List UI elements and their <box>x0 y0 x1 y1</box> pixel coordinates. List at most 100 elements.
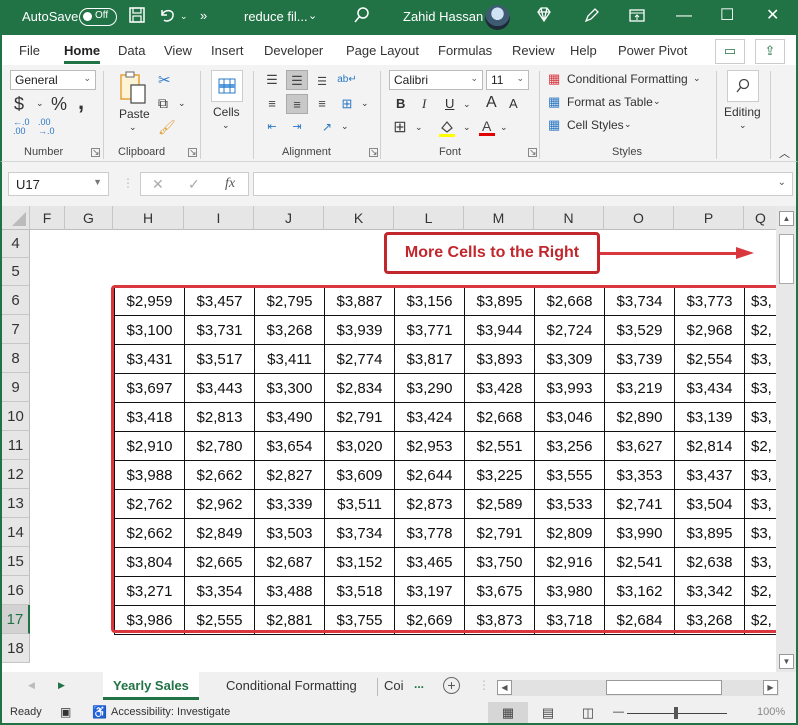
cell[interactable]: $3, <box>744 547 779 577</box>
cell[interactable]: $3,895 <box>674 518 745 548</box>
orientation-icon[interactable]: ↗ <box>316 117 338 137</box>
currency-button[interactable]: $ <box>14 94 24 115</box>
tab-power-pivot[interactable]: Power Pivot <box>618 43 687 58</box>
cell[interactable]: $2,827 <box>254 460 325 490</box>
cell[interactable]: $3,156 <box>394 286 465 316</box>
cell[interactable]: $3,990 <box>604 518 675 548</box>
row-header-13[interactable]: 13 <box>2 489 30 518</box>
orientation-dropdown-icon[interactable]: ⌄ <box>341 121 349 132</box>
cell[interactable]: $3,627 <box>604 431 675 461</box>
fill-dropdown-icon[interactable]: ⌄ <box>463 122 471 133</box>
vertical-scroll-thumb[interactable] <box>779 234 794 284</box>
underline-button[interactable]: U <box>445 96 454 111</box>
cell[interactable]: $3,020 <box>324 431 395 461</box>
close-icon[interactable]: ✕ <box>766 6 779 26</box>
align-middle-icon[interactable]: ☰ <box>286 70 308 90</box>
cells-dropdown-icon[interactable]: ⌄ <box>222 120 230 131</box>
cell[interactable]: $2,968 <box>674 315 745 345</box>
horizontal-scroll-thumb[interactable] <box>606 680 722 695</box>
cell[interactable]: $2,774 <box>324 344 395 374</box>
copy-icon[interactable]: ⧉ <box>158 95 168 112</box>
cell[interactable]: $3,755 <box>324 605 395 635</box>
cell[interactable]: $3,555 <box>534 460 605 490</box>
zoom-level[interactable]: 100% <box>757 706 785 718</box>
cell[interactable]: $2,890 <box>604 402 675 432</box>
increase-font-button[interactable]: A <box>486 94 497 112</box>
cell[interactable]: $2,589 <box>464 489 535 519</box>
scroll-left-button[interactable]: ◀ <box>497 680 512 695</box>
cell[interactable]: $3,197 <box>394 576 465 606</box>
cell[interactable]: $2,881 <box>254 605 325 635</box>
cell[interactable]: $2,554 <box>674 344 745 374</box>
undo-dropdown-icon[interactable]: ⌄ <box>180 6 188 26</box>
scroll-down-button[interactable]: ▼ <box>779 654 794 669</box>
cell[interactable]: $3,718 <box>534 605 605 635</box>
tab-help[interactable]: Help <box>570 43 597 58</box>
autosave-toggle[interactable]: Off <box>79 8 117 26</box>
search-icon[interactable] <box>353 6 371 30</box>
cell[interactable]: $3,734 <box>324 518 395 548</box>
column-header-i[interactable]: I <box>184 206 254 230</box>
clipboard-dialog-launcher[interactable]: ↘ <box>188 148 197 157</box>
vertical-scrollbar[interactable]: ▲ ▼ <box>776 206 796 672</box>
cell[interactable]: $2,541 <box>604 547 675 577</box>
font-size-select[interactable]: 11 ⌄ <box>486 70 529 90</box>
tab-home[interactable]: Home <box>64 43 101 64</box>
cell[interactable]: $3,511 <box>324 489 395 519</box>
chevron-down-icon[interactable]: ⌄ <box>653 96 661 107</box>
cell[interactable]: $3,309 <box>534 344 605 374</box>
sheet-tab-partial[interactable]: Coi <box>382 672 406 700</box>
cell[interactable]: $3,939 <box>324 315 395 345</box>
row-header-7[interactable]: 7 <box>2 315 30 344</box>
paste-button[interactable]: Paste <box>119 107 150 121</box>
borders-icon[interactable]: ⊞ <box>389 118 411 138</box>
cell[interactable]: $2, <box>744 576 779 606</box>
borders-dropdown-icon[interactable]: ⌄ <box>415 122 423 133</box>
cell[interactable]: $3,353 <box>604 460 675 490</box>
share-button[interactable]: ⇪ <box>755 39 785 64</box>
cell[interactable]: $3,697 <box>114 373 185 403</box>
cell[interactable]: $3,529 <box>604 315 675 345</box>
sheet-tab-conditional-formatting[interactable]: Conditional Formatting <box>216 672 367 700</box>
cell[interactable]: $2, <box>744 315 779 345</box>
wrap-text-icon[interactable]: ab↵ <box>336 70 358 90</box>
row-header-6[interactable]: 6 <box>2 286 30 315</box>
paste-dropdown-icon[interactable]: ⌄ <box>129 122 137 133</box>
merge-dropdown-icon[interactable]: ⌄ <box>361 98 369 109</box>
cell[interactable]: $2,724 <box>534 315 605 345</box>
cell[interactable]: $3,773 <box>674 286 745 316</box>
align-left-icon[interactable]: ≡ <box>261 94 283 114</box>
increase-indent-icon[interactable]: ⇥ <box>286 117 308 137</box>
cell[interactable]: $2, <box>744 431 779 461</box>
cell[interactable]: $2,668 <box>534 286 605 316</box>
column-header-n[interactable]: N <box>534 206 604 230</box>
drag-handle-icon[interactable]: ⋮ <box>122 176 134 190</box>
cell[interactable]: $3,411 <box>254 344 325 374</box>
cell[interactable]: $3,988 <box>114 460 185 490</box>
row-header-11[interactable]: 11 <box>2 431 30 460</box>
cell[interactable]: $3,750 <box>464 547 535 577</box>
cell[interactable]: $3,887 <box>324 286 395 316</box>
cell[interactable]: $3,518 <box>324 576 395 606</box>
cell[interactable]: $3, <box>744 402 779 432</box>
column-header-m[interactable]: M <box>464 206 534 230</box>
cell[interactable]: $3,152 <box>324 547 395 577</box>
accessibility-status[interactable]: Accessibility: Investigate <box>111 706 230 718</box>
cell[interactable]: $3,517 <box>184 344 255 374</box>
editing-search-icon[interactable] <box>727 70 759 102</box>
column-header-f[interactable]: F <box>30 206 65 230</box>
insert-function-icon[interactable]: fx <box>225 176 235 192</box>
cell[interactable]: $3,654 <box>254 431 325 461</box>
more-commands-icon[interactable]: » <box>200 6 207 26</box>
number-format-select[interactable]: General ⌄ <box>10 70 96 90</box>
cells-button[interactable]: Cells <box>213 105 240 119</box>
cell[interactable]: $3,300 <box>254 373 325 403</box>
paste-icon[interactable] <box>119 71 149 110</box>
maximize-icon[interactable]: ☐ <box>720 6 734 26</box>
chevron-down-icon[interactable]: ⌄ <box>624 119 632 130</box>
cell[interactable]: $2,662 <box>114 518 185 548</box>
cell[interactable]: $3,424 <box>394 402 465 432</box>
font-color-dropdown-icon[interactable]: ⌄ <box>500 122 508 133</box>
row-header-8[interactable]: 8 <box>2 344 30 373</box>
collapse-ribbon-icon[interactable]: ︿ <box>779 145 790 161</box>
